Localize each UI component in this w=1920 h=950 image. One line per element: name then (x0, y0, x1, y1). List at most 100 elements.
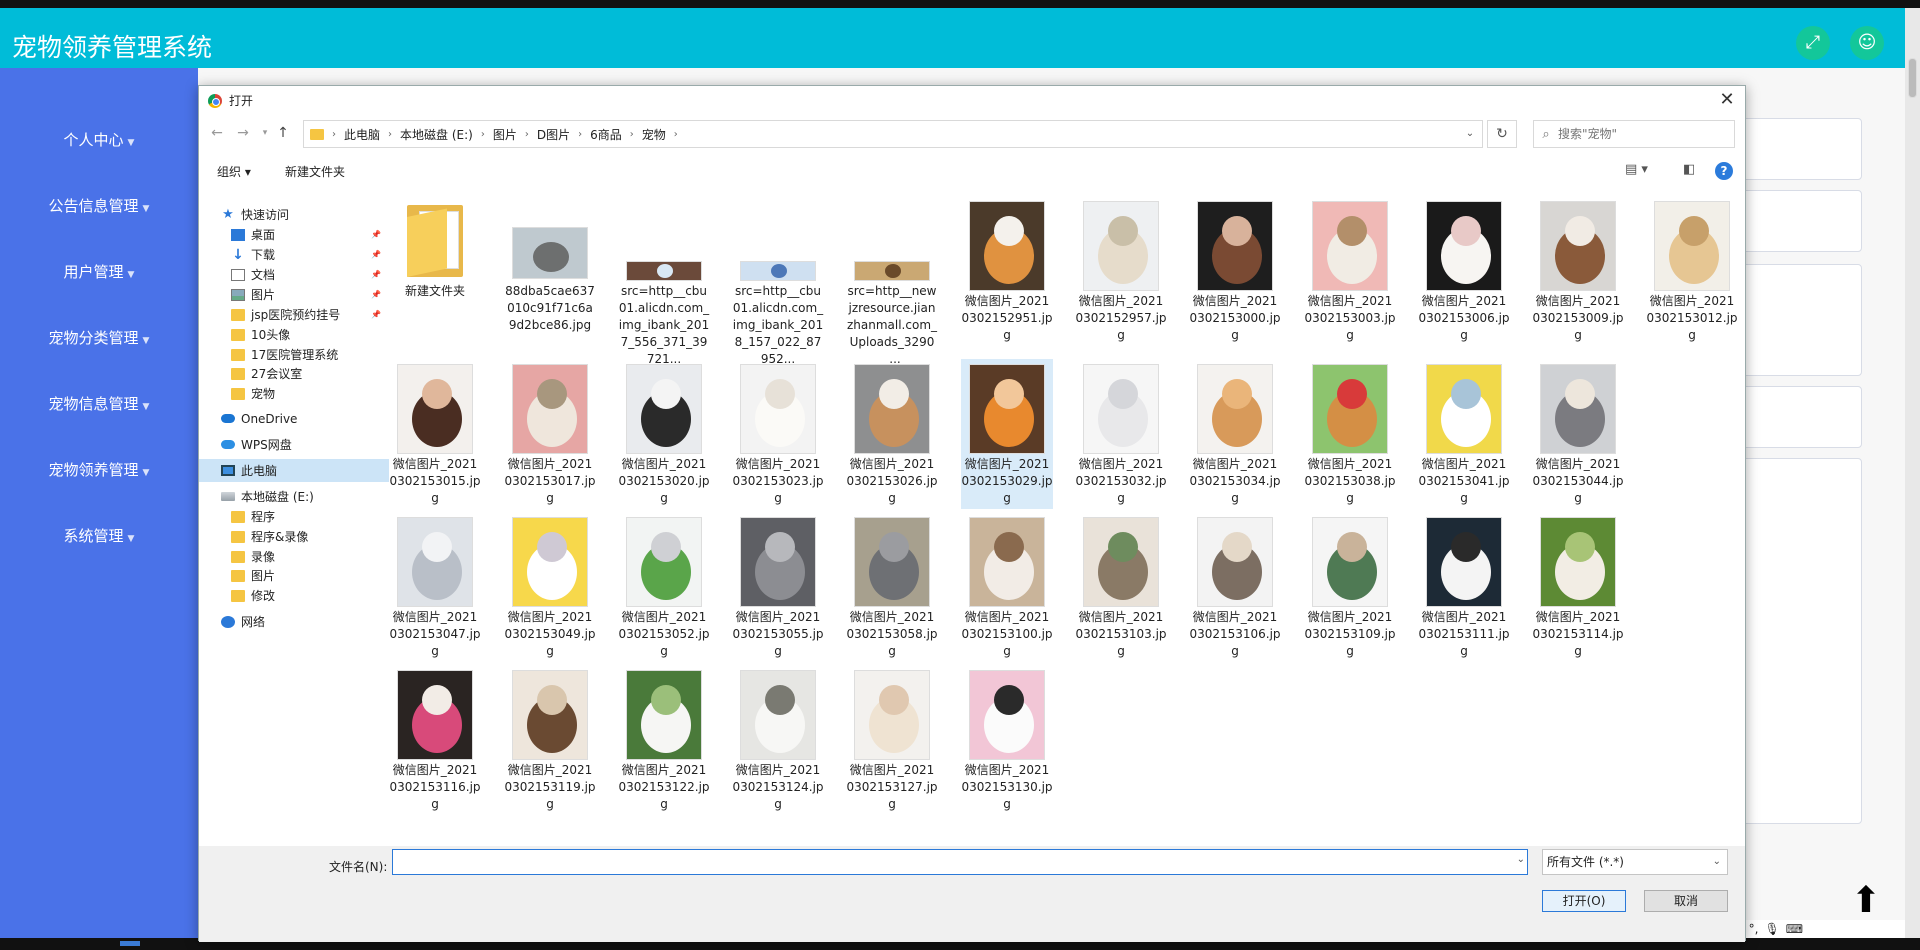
file-tile[interactable]: 微信图片_20210302153116.jpg (389, 665, 481, 815)
file-type-select[interactable]: 所有文件 (*.*) ⌄ (1542, 849, 1728, 875)
back-to-top-icon[interactable]: ⬆ (1846, 880, 1886, 921)
search-input[interactable] (1558, 127, 1728, 141)
file-tile[interactable]: 微信图片_20210302153049.jpg (504, 512, 596, 662)
file-tile[interactable]: 88dba5cae637010c91f71c6a9d2bce86.jpg (504, 189, 596, 354)
file-tile[interactable]: src=http__newjzresource.jianzhanmall.com… (846, 189, 938, 366)
view-options-icon[interactable]: ▤ ▾ (1625, 162, 1648, 177)
filename-dropdown-chevron-icon[interactable]: ⌄ (1517, 854, 1525, 865)
search-box[interactable]: ⌕ (1533, 120, 1735, 148)
file-tile[interactable]: 微信图片_20210302153044.jpg (1532, 359, 1624, 509)
nav-item[interactable]: OneDrive (199, 407, 389, 430)
breadcrumb-chevron-icon[interactable]: › (578, 129, 582, 140)
up-arrow-icon[interactable]: ↑ (273, 123, 293, 143)
forward-arrow-icon[interactable]: → (233, 123, 253, 143)
breadcrumb-chevron-icon[interactable]: › (630, 129, 634, 140)
file-tile[interactable]: 微信图片_20210302153020.jpg (618, 359, 710, 509)
new-folder-button[interactable]: 新建文件夹 (285, 163, 345, 180)
file-tile[interactable]: 微信图片_20210302153122.jpg (618, 665, 710, 815)
breadcrumb-item[interactable]: 此电脑 (344, 126, 380, 143)
filename-field[interactable]: ⌄ (392, 849, 1528, 875)
dialog-titlebar[interactable]: 打开 ✕ (199, 86, 1745, 114)
ime-punct[interactable]: °, (1749, 922, 1759, 936)
file-tile[interactable]: 微信图片_20210302153111.jpg (1418, 512, 1510, 662)
breadcrumb-item[interactable]: 图片 (493, 126, 517, 143)
file-tile[interactable]: 微信图片_20210302153114.jpg (1532, 512, 1624, 662)
file-tile[interactable]: 微信图片_20210302153015.jpg (389, 359, 481, 509)
breadcrumb-chevron-icon[interactable]: › (332, 129, 336, 140)
thumbnail-shape (537, 685, 567, 715)
file-tile[interactable]: 微信图片_20210302153000.jpg (1189, 189, 1281, 354)
nav-item[interactable]: WPS网盘 (199, 433, 389, 456)
nav-item[interactable]: 网络 (199, 610, 389, 633)
sidebar-menu-item[interactable]: 用户管理 ▼ (0, 261, 198, 282)
file-tile[interactable]: 微信图片_20210302153106.jpg (1189, 512, 1281, 662)
file-tile[interactable]: 微信图片_20210302153058.jpg (846, 512, 938, 662)
file-tile[interactable]: 微信图片_20210302153009.jpg (1532, 189, 1624, 354)
sidebar-menu-label: 宠物领养管理 (48, 461, 139, 479)
file-tile[interactable]: 微信图片_20210302153023.jpg (732, 359, 824, 509)
file-tile[interactable]: 微信图片_20210302153032.jpg (1075, 359, 1167, 509)
close-icon[interactable]: ✕ (1715, 88, 1739, 112)
file-tile[interactable]: 微信图片_20210302153047.jpg (389, 512, 481, 662)
file-tile[interactable]: 微信图片_20210302152957.jpg (1075, 189, 1167, 354)
file-tile[interactable]: 微信图片_20210302153029.jpg (961, 359, 1053, 509)
image-thumbnail (626, 670, 702, 760)
sidebar-menu-item[interactable]: 公告信息管理 ▼ (0, 195, 198, 216)
help-icon[interactable]: ? (1715, 162, 1733, 180)
breadcrumb-chevron-icon[interactable]: › (525, 129, 529, 140)
breadcrumb-item[interactable]: 6商品 (590, 126, 622, 143)
nav-item[interactable]: 修改 (199, 584, 389, 607)
file-tile[interactable]: 微信图片_20210302153052.jpg (618, 512, 710, 662)
file-tile[interactable]: 微信图片_20210302153130.jpg (961, 665, 1053, 815)
page-scrollbar[interactable] (1905, 8, 1920, 938)
file-tile[interactable]: 微信图片_20210302153119.jpg (504, 665, 596, 815)
breadcrumb-chevron-icon[interactable]: › (481, 129, 485, 140)
breadcrumb-item[interactable]: D图片 (537, 126, 570, 143)
sidebar-menu-item[interactable]: 个人中心 ▼ (0, 129, 198, 150)
user-icon[interactable]: ☺ (1850, 26, 1884, 60)
breadcrumb-chevron-icon[interactable]: › (674, 129, 678, 140)
sidebar-menu-item[interactable]: 宠物领养管理 ▼ (0, 459, 198, 480)
address-bar[interactable]: › 此电脑 › 本地磁盘 (E:) › 图片 › D图片 › 6商品 › 宠物 › ⌄ (303, 120, 1483, 148)
mic-icon[interactable]: 🎙 (1765, 922, 1780, 936)
back-arrow-icon[interactable]: ← (207, 123, 227, 143)
file-tile[interactable]: 微信图片_20210302153006.jpg (1418, 189, 1510, 354)
file-tile[interactable]: 微信图片_20210302153038.jpg (1304, 359, 1396, 509)
expand-icon[interactable]: ⤢ (1796, 26, 1830, 60)
sidebar: 个人中心 ▼ 公告信息管理 ▼ 用户管理 ▼ 宠物分类管理 ▼ 宠物信息管理 ▼ 宠物领养管理 ▼ 系统… (0, 68, 198, 938)
sidebar-menu-item[interactable]: 宠物分类管理 ▼ (0, 327, 198, 348)
nav-item[interactable]: 宠物 (199, 382, 389, 405)
file-tile[interactable]: 微信图片_20210302153041.jpg (1418, 359, 1510, 509)
breadcrumb-chevron-icon[interactable]: › (388, 129, 392, 140)
file-tile[interactable]: 微信图片_20210302153124.jpg (732, 665, 824, 815)
file-tile[interactable]: 微信图片_20210302152951.jpg (961, 189, 1053, 354)
file-tile[interactable]: 新建文件夹 (389, 189, 481, 354)
preview-pane-icon[interactable]: ◧ (1683, 162, 1695, 177)
keyboard-icon[interactable]: ⌨ (1786, 922, 1803, 936)
file-tile[interactable]: 微信图片_20210302153012.jpg (1646, 189, 1738, 354)
sidebar-menu-item[interactable]: 系统管理 ▼ (0, 525, 198, 546)
address-dropdown-chevron-icon[interactable]: ⌄ (1458, 121, 1482, 147)
open-button[interactable]: 打开(O) (1542, 890, 1626, 912)
organize-button[interactable]: 组织 ▾ (217, 163, 251, 180)
sidebar-menu-item[interactable]: 宠物信息管理 ▼ (0, 393, 198, 414)
file-tile[interactable]: 微信图片_20210302153034.jpg (1189, 359, 1281, 509)
filename-input[interactable] (393, 850, 1498, 874)
recent-locations-chevron-icon[interactable]: ▾ (255, 123, 275, 143)
file-tile[interactable]: 微信图片_20210302153055.jpg (732, 512, 824, 662)
file-tile[interactable]: 微信图片_20210302153100.jpg (961, 512, 1053, 662)
file-tile[interactable]: 微信图片_20210302153103.jpg (1075, 512, 1167, 662)
breadcrumb-item[interactable]: 宠物 (642, 126, 666, 143)
file-tile[interactable]: src=http__cbu01.alicdn.com_img_ibank_201… (618, 189, 710, 366)
file-tile[interactable]: 微信图片_20210302153026.jpg (846, 359, 938, 509)
file-tile[interactable]: 微信图片_20210302153127.jpg (846, 665, 938, 815)
breadcrumb-item[interactable]: 本地磁盘 (E:) (400, 126, 473, 143)
page-scrollbar-thumb[interactable] (1908, 58, 1917, 98)
file-tile[interactable]: 微信图片_20210302153003.jpg (1304, 189, 1396, 354)
refresh-icon[interactable]: ↻ (1487, 120, 1517, 148)
cancel-button[interactable]: 取消 (1644, 890, 1728, 912)
file-tile[interactable]: 微信图片_20210302153017.jpg (504, 359, 596, 509)
file-tile[interactable]: 微信图片_20210302153109.jpg (1304, 512, 1396, 662)
nav-item[interactable]: 此电脑 (199, 459, 389, 482)
file-tile[interactable]: src=http__cbu01.alicdn.com_img_ibank_201… (732, 189, 824, 366)
